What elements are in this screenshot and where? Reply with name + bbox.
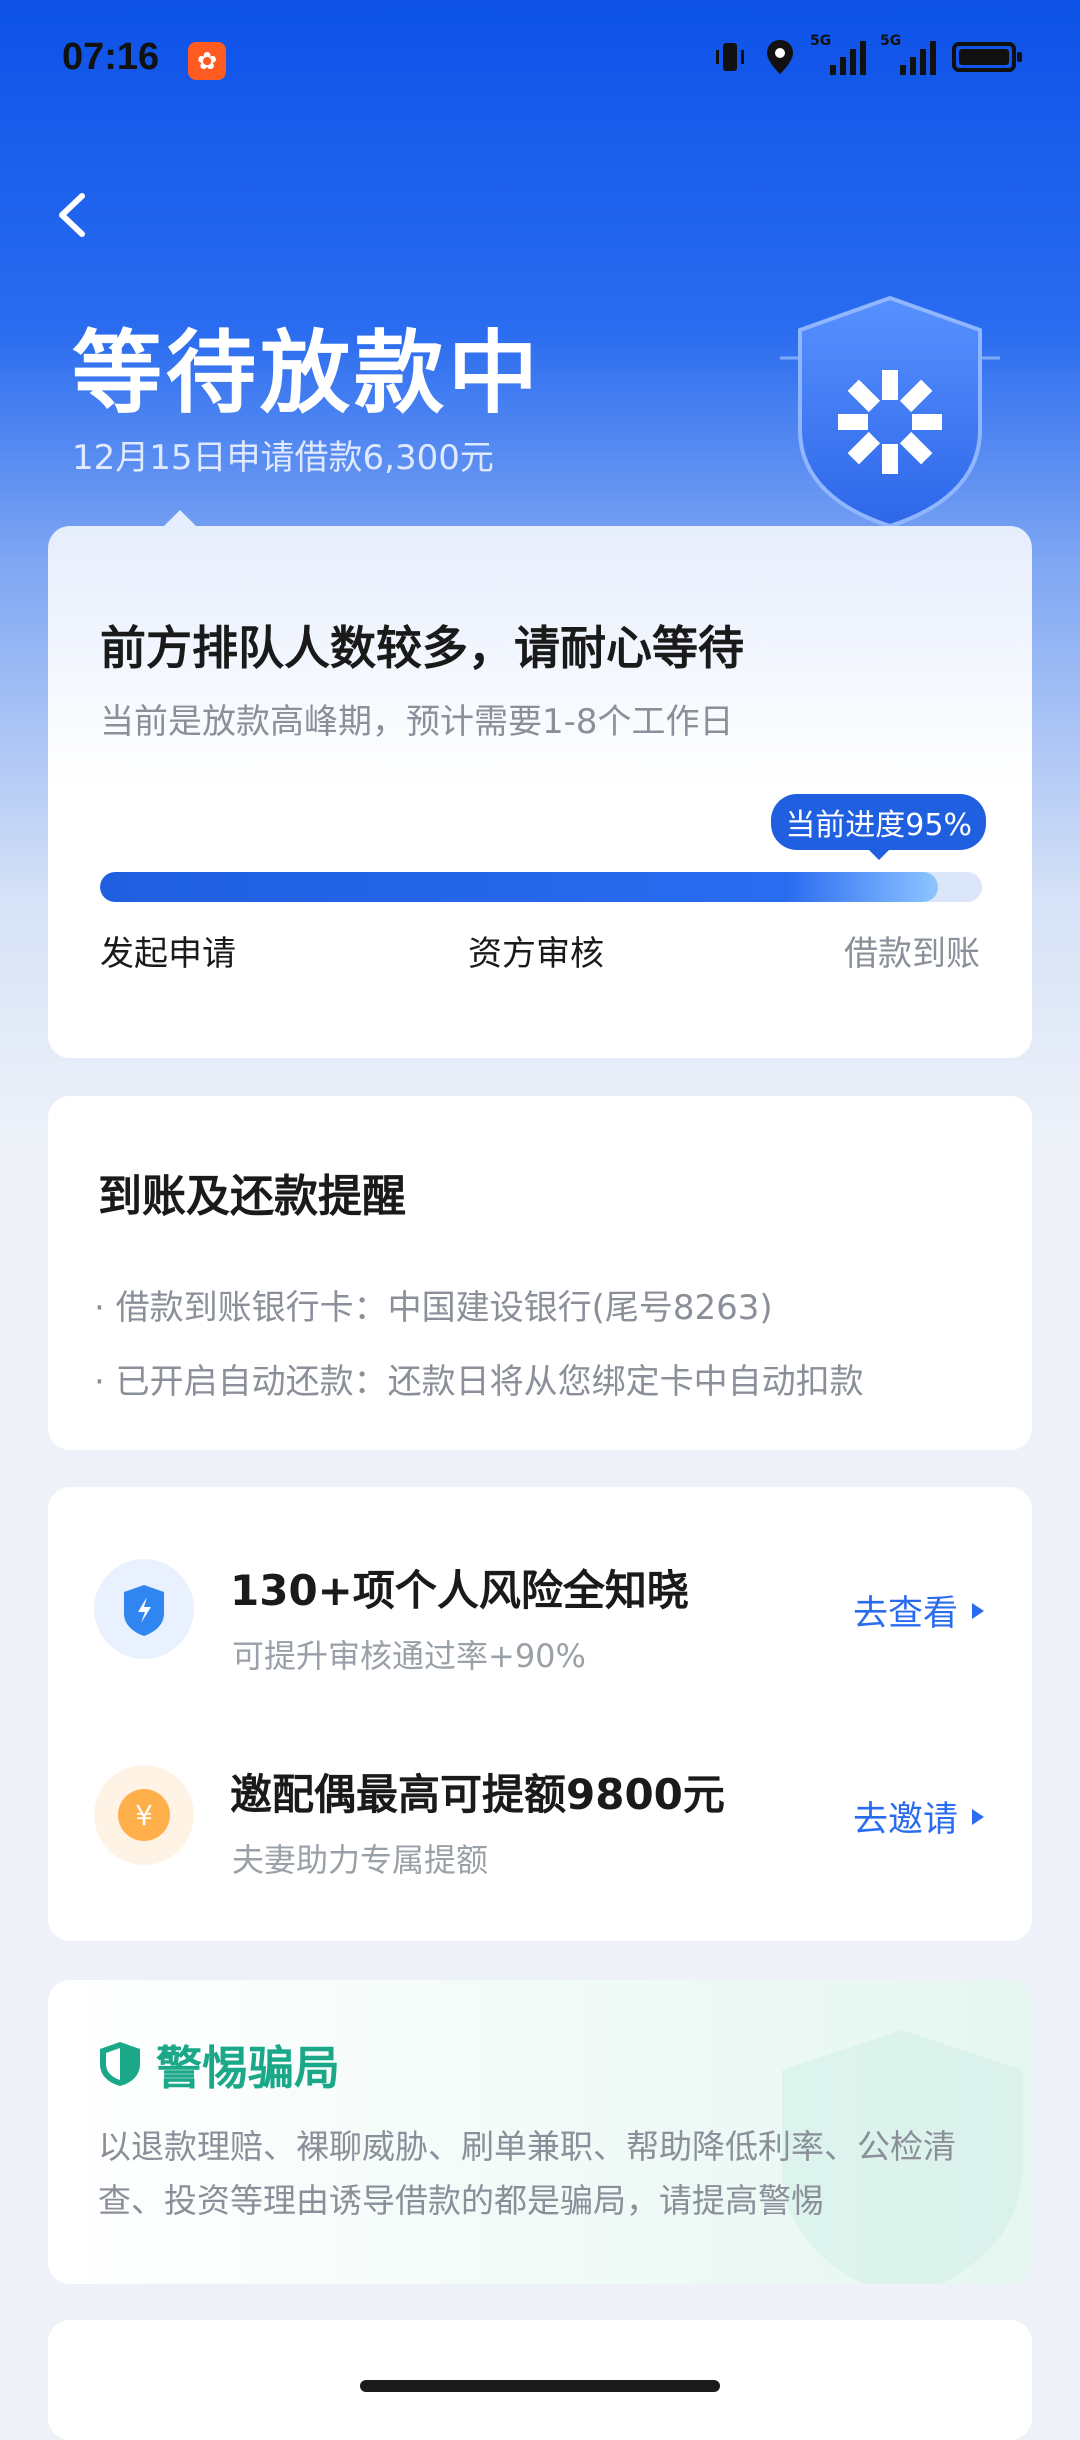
view-risk-button[interactable]: 去查看 — [853, 1585, 984, 1636]
invite-spouse-button[interactable]: 去邀请 — [853, 1791, 984, 1842]
vibrate-icon — [716, 43, 744, 71]
progress-bar — [100, 872, 982, 902]
progress-title: 前方排队人数较多，请耐心等待 — [100, 621, 744, 675]
home-indicator[interactable] — [360, 2380, 720, 2392]
fraud-body: 以退款理赔、裸聊威胁、刷单兼职、帮助降低利率、公检清查、投资等理由诱导借款的都是… — [98, 2127, 956, 2220]
battery-icon — [952, 42, 1022, 72]
location-icon — [767, 40, 793, 74]
progress-bar-fill — [100, 872, 938, 902]
reminder-card: 到账及还款提醒 · 借款到账银行卡：中国建设银行(尾号8263) · 已开启自动… — [48, 1096, 1032, 1450]
reminder-item: · 已开启自动还款：还款日将从您绑定卡中自动扣款 — [94, 1362, 864, 1402]
feature-subtitle: 可提升审核通过率+90% — [232, 1637, 586, 1675]
progress-badge: 当前进度95% — [771, 794, 986, 860]
reminder-title: 到账及还款提醒 — [98, 1171, 406, 1222]
green-shield-icon — [100, 2042, 140, 2086]
step-review: 资方审核 — [468, 934, 604, 974]
step-arrival: 借款到账 — [844, 934, 980, 974]
triangle-right-icon — [972, 1808, 984, 1825]
page-subtitle: 12月15日申请借款6,300元 — [72, 438, 494, 478]
feature-subtitle: 夫妻助力专属提额 — [232, 1841, 489, 1879]
progress-subtitle: 当前是放款高峰期，预计需要1-8个工作日 — [100, 702, 734, 742]
page-title: 等待放款中 — [72, 321, 542, 426]
yuan-coin-icon: ¥ — [94, 1765, 194, 1865]
features-card: 130+项个人风险全知晓 可提升审核通过率+90% 去查看 ¥ 邀配偶最高可提额… — [48, 1487, 1032, 1941]
signal-icon-2: 5G — [880, 33, 936, 75]
signal-icon-1: 5G — [810, 33, 866, 75]
triangle-right-icon — [972, 1602, 984, 1619]
lightning-shield-icon — [94, 1559, 194, 1659]
fraud-title: 警惕骗局 — [156, 2041, 340, 2095]
feature-title: 邀配偶最高可提额9800元 — [230, 1770, 725, 1819]
shield-logo-icon — [780, 295, 1000, 529]
step-apply: 发起申请 — [100, 934, 236, 974]
reminder-item: · 借款到账银行卡：中国建设银行(尾号8263) — [94, 1288, 773, 1328]
back-arrow-icon[interactable] — [52, 190, 92, 240]
progress-card: 前方排队人数较多，请耐心等待 当前是放款高峰期，预计需要1-8个工作日 当前进度… — [48, 510, 1032, 1058]
status-time: 07:16 — [62, 36, 160, 78]
fraud-warning-card: 警惕骗局 以退款理赔、裸聊威胁、刷单兼职、帮助降低利率、公检清查、投资等理由诱导… — [48, 1980, 1032, 2284]
svg-text:¥: ¥ — [135, 1799, 153, 1832]
feature-title: 130+项个人风险全知晓 — [230, 1566, 689, 1615]
status-icons: 5G 5G — [712, 33, 1022, 76]
app-notification-icon: ✿ — [188, 42, 226, 80]
